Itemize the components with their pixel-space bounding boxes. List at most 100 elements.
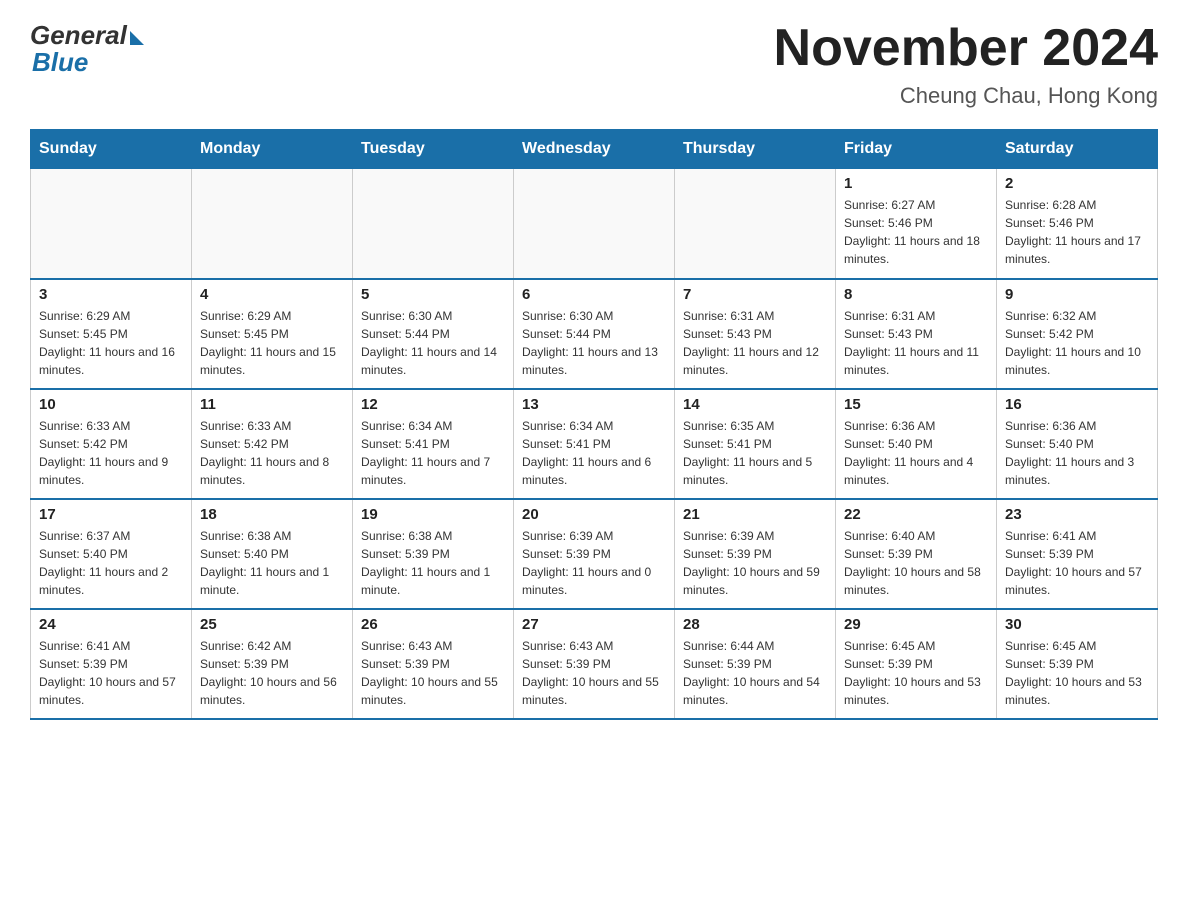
day-number: 7 [683, 286, 827, 303]
day-cell: 21 Sunrise: 6:39 AM Sunset: 5:39 PM Dayli… [675, 499, 836, 609]
day-cell: 15 Sunrise: 6:36 AM Sunset: 5:40 PM Dayli… [836, 389, 997, 499]
day-info: Sunrise: 6:29 AM Sunset: 5:45 PM Dayligh… [200, 307, 344, 379]
day-info: Sunrise: 6:36 AM Sunset: 5:40 PM Dayligh… [844, 417, 988, 489]
day-number: 13 [522, 396, 666, 413]
day-number: 6 [522, 286, 666, 303]
week-row-0: 1 Sunrise: 6:27 AM Sunset: 5:46 PM Daylig… [31, 169, 1158, 279]
day-cell: 12 Sunrise: 6:34 AM Sunset: 5:41 PM Dayli… [353, 389, 514, 499]
day-number: 29 [844, 616, 988, 633]
day-info: Sunrise: 6:35 AM Sunset: 5:41 PM Dayligh… [683, 417, 827, 489]
calendar-subtitle: Cheung Chau, Hong Kong [774, 83, 1158, 109]
day-cell: 6 Sunrise: 6:30 AM Sunset: 5:44 PM Daylig… [514, 279, 675, 389]
day-info: Sunrise: 6:39 AM Sunset: 5:39 PM Dayligh… [683, 527, 827, 599]
day-cell: 26Sunrise: 6:43 AM Sunset: 5:39 PM Dayli… [353, 609, 514, 719]
day-cell [192, 169, 353, 279]
day-info: Sunrise: 6:45 AM Sunset: 5:39 PM Dayligh… [1005, 637, 1149, 709]
day-info: Sunrise: 6:45 AM Sunset: 5:39 PM Dayligh… [844, 637, 988, 709]
day-number: 9 [1005, 286, 1149, 303]
day-cell: 23 Sunrise: 6:41 AM Sunset: 5:39 PM Dayli… [997, 499, 1158, 609]
day-info: Sunrise: 6:44 AM Sunset: 5:39 PM Dayligh… [683, 637, 827, 709]
header-cell-friday: Friday [836, 130, 997, 169]
day-cell: 9Sunrise: 6:32 AM Sunset: 5:42 PM Daylig… [997, 279, 1158, 389]
day-number: 2 [1005, 175, 1149, 192]
day-cell: 14 Sunrise: 6:35 AM Sunset: 5:41 PM Dayli… [675, 389, 836, 499]
day-info: Sunrise: 6:33 AM Sunset: 5:42 PM Dayligh… [200, 417, 344, 489]
day-number: 8 [844, 286, 988, 303]
day-cell: 25Sunrise: 6:42 AM Sunset: 5:39 PM Dayli… [192, 609, 353, 719]
day-info: Sunrise: 6:27 AM Sunset: 5:46 PM Dayligh… [844, 196, 988, 268]
day-cell: 24 Sunrise: 6:41 AM Sunset: 5:39 PM Dayli… [31, 609, 192, 719]
day-number: 19 [361, 506, 505, 523]
day-cell: 5 Sunrise: 6:30 AM Sunset: 5:44 PM Daylig… [353, 279, 514, 389]
day-info: Sunrise: 6:38 AM Sunset: 5:39 PM Dayligh… [361, 527, 505, 599]
day-cell: 10 Sunrise: 6:33 AM Sunset: 5:42 PM Dayli… [31, 389, 192, 499]
calendar-title: November 2024 [774, 20, 1158, 77]
day-cell: 29 Sunrise: 6:45 AM Sunset: 5:39 PM Dayli… [836, 609, 997, 719]
day-info: Sunrise: 6:39 AM Sunset: 5:39 PM Dayligh… [522, 527, 666, 599]
day-info: Sunrise: 6:40 AM Sunset: 5:39 PM Dayligh… [844, 527, 988, 599]
week-row-4: 24 Sunrise: 6:41 AM Sunset: 5:39 PM Dayli… [31, 609, 1158, 719]
day-number: 28 [683, 616, 827, 633]
day-info: Sunrise: 6:41 AM Sunset: 5:39 PM Dayligh… [1005, 527, 1149, 599]
day-cell [31, 169, 192, 279]
day-number: 14 [683, 396, 827, 413]
day-cell: 20 Sunrise: 6:39 AM Sunset: 5:39 PM Dayli… [514, 499, 675, 609]
day-info: Sunrise: 6:38 AM Sunset: 5:40 PM Dayligh… [200, 527, 344, 599]
day-number: 4 [200, 286, 344, 303]
day-info: Sunrise: 6:30 AM Sunset: 5:44 PM Dayligh… [522, 307, 666, 379]
day-info: Sunrise: 6:43 AM Sunset: 5:39 PM Dayligh… [361, 637, 505, 709]
day-number: 11 [200, 396, 344, 413]
week-row-1: 3 Sunrise: 6:29 AM Sunset: 5:45 PM Daylig… [31, 279, 1158, 389]
day-info: Sunrise: 6:42 AM Sunset: 5:39 PM Dayligh… [200, 637, 344, 709]
day-info: Sunrise: 6:31 AM Sunset: 5:43 PM Dayligh… [844, 307, 988, 379]
day-number: 1 [844, 175, 988, 192]
logo: General Blue [30, 20, 144, 78]
day-cell: 19 Sunrise: 6:38 AM Sunset: 5:39 PM Dayli… [353, 499, 514, 609]
day-info: Sunrise: 6:34 AM Sunset: 5:41 PM Dayligh… [361, 417, 505, 489]
day-cell: 8 Sunrise: 6:31 AM Sunset: 5:43 PM Daylig… [836, 279, 997, 389]
day-cell: 1 Sunrise: 6:27 AM Sunset: 5:46 PM Daylig… [836, 169, 997, 279]
day-info: Sunrise: 6:30 AM Sunset: 5:44 PM Dayligh… [361, 307, 505, 379]
day-number: 20 [522, 506, 666, 523]
day-number: 24 [39, 616, 183, 633]
header-cell-wednesday: Wednesday [514, 130, 675, 169]
day-number: 12 [361, 396, 505, 413]
day-number: 17 [39, 506, 183, 523]
day-number: 22 [844, 506, 988, 523]
day-info: Sunrise: 6:31 AM Sunset: 5:43 PM Dayligh… [683, 307, 827, 379]
header-cell-monday: Monday [192, 130, 353, 169]
day-info: Sunrise: 6:37 AM Sunset: 5:40 PM Dayligh… [39, 527, 183, 599]
day-cell [675, 169, 836, 279]
day-info: Sunrise: 6:34 AM Sunset: 5:41 PM Dayligh… [522, 417, 666, 489]
day-cell: 2Sunrise: 6:28 AM Sunset: 5:46 PM Daylig… [997, 169, 1158, 279]
calendar-header: SundayMondayTuesdayWednesdayThursdayFrid… [31, 130, 1158, 169]
day-number: 21 [683, 506, 827, 523]
day-cell: 13 Sunrise: 6:34 AM Sunset: 5:41 PM Dayli… [514, 389, 675, 499]
week-row-3: 17 Sunrise: 6:37 AM Sunset: 5:40 PM Dayli… [31, 499, 1158, 609]
calendar-table: SundayMondayTuesdayWednesdayThursdayFrid… [30, 129, 1158, 720]
day-cell: 28 Sunrise: 6:44 AM Sunset: 5:39 PM Dayli… [675, 609, 836, 719]
header-cell-sunday: Sunday [31, 130, 192, 169]
day-number: 3 [39, 286, 183, 303]
day-cell: 22 Sunrise: 6:40 AM Sunset: 5:39 PM Dayli… [836, 499, 997, 609]
day-cell: 30Sunrise: 6:45 AM Sunset: 5:39 PM Dayli… [997, 609, 1158, 719]
header-row: SundayMondayTuesdayWednesdayThursdayFrid… [31, 130, 1158, 169]
day-number: 23 [1005, 506, 1149, 523]
day-number: 15 [844, 396, 988, 413]
day-cell [514, 169, 675, 279]
day-info: Sunrise: 6:41 AM Sunset: 5:39 PM Dayligh… [39, 637, 183, 709]
day-info: Sunrise: 6:33 AM Sunset: 5:42 PM Dayligh… [39, 417, 183, 489]
day-number: 10 [39, 396, 183, 413]
day-cell: 4 Sunrise: 6:29 AM Sunset: 5:45 PM Daylig… [192, 279, 353, 389]
day-info: Sunrise: 6:43 AM Sunset: 5:39 PM Dayligh… [522, 637, 666, 709]
day-number: 16 [1005, 396, 1149, 413]
calendar-body: 1 Sunrise: 6:27 AM Sunset: 5:46 PM Daylig… [31, 169, 1158, 719]
logo-blue-text: Blue [30, 47, 88, 78]
week-row-2: 10 Sunrise: 6:33 AM Sunset: 5:42 PM Dayli… [31, 389, 1158, 499]
day-info: Sunrise: 6:29 AM Sunset: 5:45 PM Dayligh… [39, 307, 183, 379]
day-number: 5 [361, 286, 505, 303]
day-cell: 18 Sunrise: 6:38 AM Sunset: 5:40 PM Dayli… [192, 499, 353, 609]
day-number: 18 [200, 506, 344, 523]
day-cell: 17 Sunrise: 6:37 AM Sunset: 5:40 PM Dayli… [31, 499, 192, 609]
header-cell-saturday: Saturday [997, 130, 1158, 169]
